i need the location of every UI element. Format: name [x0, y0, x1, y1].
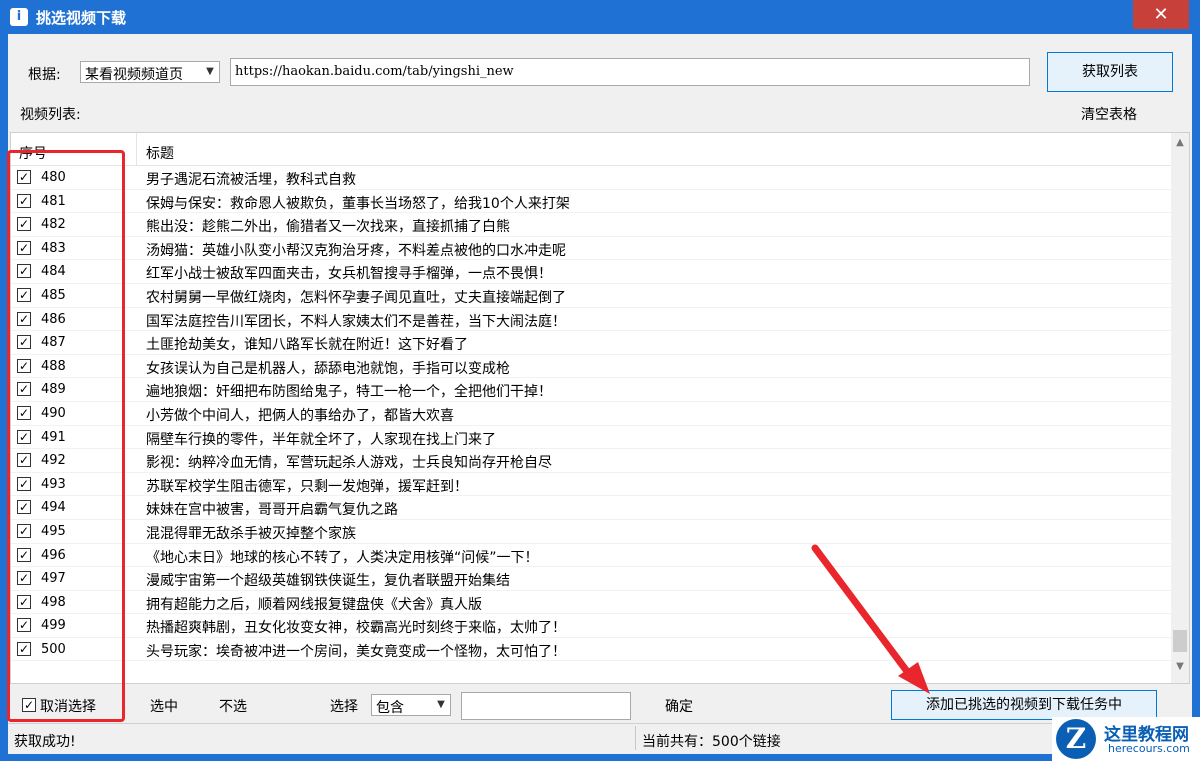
watermark-site: herecours.com: [1108, 742, 1190, 755]
annotation-arrow: [811, 544, 930, 694]
app-window: i 挑选视频下载 ✕ 根据: 某看视频频道页 ▼ https://haokan.…: [0, 0, 1200, 761]
watermark-logo: Z: [1056, 719, 1096, 759]
watermark: Z 这里教程网 herecours.com: [1052, 717, 1200, 761]
